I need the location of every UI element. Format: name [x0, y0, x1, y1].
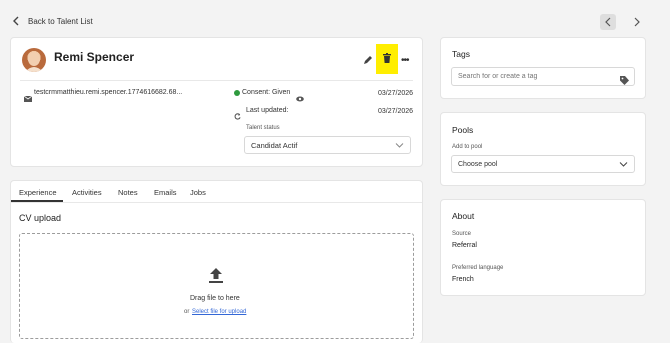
pool-select-value: Choose pool: [458, 160, 498, 168]
more-options-button[interactable]: •••: [401, 55, 409, 66]
language-value: French: [452, 276, 474, 283]
tag-search-input[interactable]: [451, 67, 635, 86]
talent-status-label: Talent status: [246, 125, 280, 131]
chevron-right-icon: [634, 17, 640, 27]
tags-title: Tags: [452, 49, 470, 59]
check-icon: [234, 90, 240, 96]
add-to-pool-label: Add to pool: [452, 144, 483, 150]
chevron-left-icon: [13, 16, 19, 26]
consent-value: Given: [271, 89, 291, 96]
consent-label: Consent:: [242, 89, 271, 96]
select-file-link[interactable]: Select file for upload: [192, 309, 246, 315]
tab-activities[interactable]: Activities: [72, 188, 102, 197]
tab-emails[interactable]: Emails: [154, 188, 177, 197]
email-icon: [23, 89, 33, 107]
pool-select[interactable]: Choose pool: [451, 155, 635, 173]
divider: [20, 80, 413, 81]
last-updated-label: Last updated:: [246, 107, 289, 114]
consent-status: Consent: Given: [242, 89, 290, 96]
cv-upload-title: CV upload: [19, 213, 62, 223]
email-address[interactable]: testcrmmatthieu.remi.spencer.1774616682.…: [34, 89, 182, 96]
talent-name: Remi Spencer: [54, 50, 135, 64]
tab-experience[interactable]: Experience: [19, 188, 57, 197]
about-title: About: [452, 211, 475, 221]
chevron-left-icon: [605, 17, 611, 27]
edit-button[interactable]: [363, 52, 373, 70]
avatar: [22, 48, 46, 72]
chevron-down-icon: [619, 162, 628, 167]
tag-icon: [620, 72, 629, 90]
delete-button[interactable]: [376, 44, 398, 74]
tab-notes[interactable]: Notes: [118, 188, 138, 197]
pencil-icon: [364, 56, 372, 64]
back-label: Back to Talent List: [28, 16, 93, 26]
talent-status-value: Candidat Actif: [251, 140, 298, 150]
email-date: 03/27/2026: [378, 90, 414, 97]
pools-title: Pools: [452, 125, 474, 135]
or-text: or: [184, 309, 190, 315]
last-updated-date: 03/27/2026: [378, 108, 414, 115]
drag-text: Drag file to here: [190, 295, 240, 302]
tabs-divider: [11, 202, 422, 203]
upload-icon: [208, 267, 224, 288]
chevron-down-icon: [395, 143, 404, 148]
talent-status-select[interactable]: Candidat Actif: [244, 136, 411, 154]
refresh-icon: [234, 107, 241, 125]
tab-jobs[interactable]: Jobs: [190, 188, 206, 197]
language-label: Preferred language: [452, 265, 504, 271]
trash-icon: [383, 53, 391, 63]
eye-icon[interactable]: [296, 89, 304, 107]
next-talent-button[interactable]: [629, 14, 645, 30]
source-value: Referral: [452, 242, 477, 249]
more-icon: •••: [401, 55, 409, 66]
back-link[interactable]: Back to Talent List: [12, 16, 93, 26]
previous-talent-button[interactable]: [600, 14, 616, 30]
source-label: Source: [452, 231, 472, 237]
